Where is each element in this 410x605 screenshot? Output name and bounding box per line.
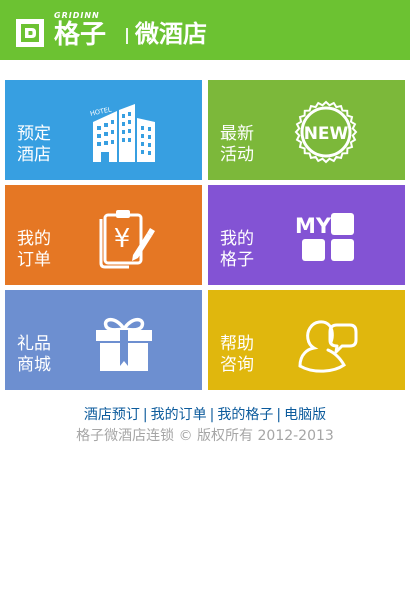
footer-link-my-orders[interactable]: 我的订单 — [151, 407, 207, 423]
tile-label-line1: 帮助 — [220, 334, 254, 354]
footer-link-my-gezi[interactable]: 我的格子 — [217, 407, 273, 423]
logo-divider — [126, 28, 128, 44]
header-bar: GRIDINN 格子 微酒店 — [0, 0, 410, 60]
tile-label-line2: 活动 — [220, 145, 254, 165]
footer-separator: | — [142, 407, 148, 423]
footer-links: 酒店预订 | 我的订单 | 我的格子 | 电脑版 — [0, 405, 410, 425]
footer-separator: | — [276, 407, 282, 423]
tile-label: 最新 活动 — [220, 124, 260, 166]
tile-label-line2: 商城 — [17, 355, 51, 375]
logo-brand: GRIDINN 格子 — [54, 10, 124, 50]
tile-label-line1: 我的 — [17, 229, 51, 249]
tile-latest-events[interactable]: 最新 活动 NEW — [208, 80, 405, 180]
tile-label: 礼品 商城 — [17, 334, 57, 376]
new-badge-text: NEW — [304, 124, 349, 144]
tile-label: 我的 格子 — [220, 229, 260, 271]
tile-label-line1: 我的 — [220, 229, 254, 249]
new-badge-icon: NEW — [294, 100, 358, 164]
help-chat-icon — [298, 320, 358, 373]
copyright-text: 格子微酒店连锁 © 版权所有 2012-2013 — [76, 428, 334, 444]
footer-separator: | — [209, 407, 215, 423]
logo[interactable]: GRIDINN 格子 微酒店 — [14, 10, 207, 50]
tile-my-gezi[interactable]: 我的 格子 MY — [208, 185, 405, 285]
order-clipboard-icon: ¥ — [99, 210, 155, 269]
tile-my-orders[interactable]: 我的 订单 ¥ — [5, 185, 202, 285]
tile-label: 帮助 咨询 — [220, 334, 260, 376]
logo-mark-icon — [16, 19, 44, 47]
footer-link-desktop-version[interactable]: 电脑版 — [284, 407, 326, 423]
tile-label-line1: 礼品 — [17, 334, 51, 354]
tile-help-consult[interactable]: 帮助 咨询 — [208, 290, 405, 390]
tile-label: 我的 订单 — [17, 229, 57, 271]
my-grid-icon: MY — [295, 213, 354, 261]
tile-label-line1: 最新 — [220, 124, 254, 144]
tile-label-line2: 咨询 — [220, 355, 254, 375]
tile-label-line1: 预定 — [17, 124, 51, 144]
logo-subtitle: 微酒店 — [135, 20, 207, 48]
tile-label: 预定 酒店 — [17, 124, 57, 166]
tile-label-line2: 格子 — [220, 250, 254, 270]
tile-book-hotel[interactable]: 预定 酒店 HOTEL — [5, 80, 202, 180]
tile-label-line2: 订单 — [17, 250, 51, 270]
gift-box-icon — [96, 317, 152, 371]
tile-label-line2: 酒店 — [17, 145, 51, 165]
logo-cn-text: 格子 — [54, 20, 107, 50]
my-text: MY — [295, 214, 332, 238]
tile-gift-mall[interactable]: 礼品 商城 — [5, 290, 202, 390]
hotel-building-icon: HOTEL — [89, 104, 155, 162]
footer-link-hotel-booking[interactable]: 酒店预订 — [84, 407, 140, 423]
yen-symbol-text: ¥ — [114, 224, 131, 254]
